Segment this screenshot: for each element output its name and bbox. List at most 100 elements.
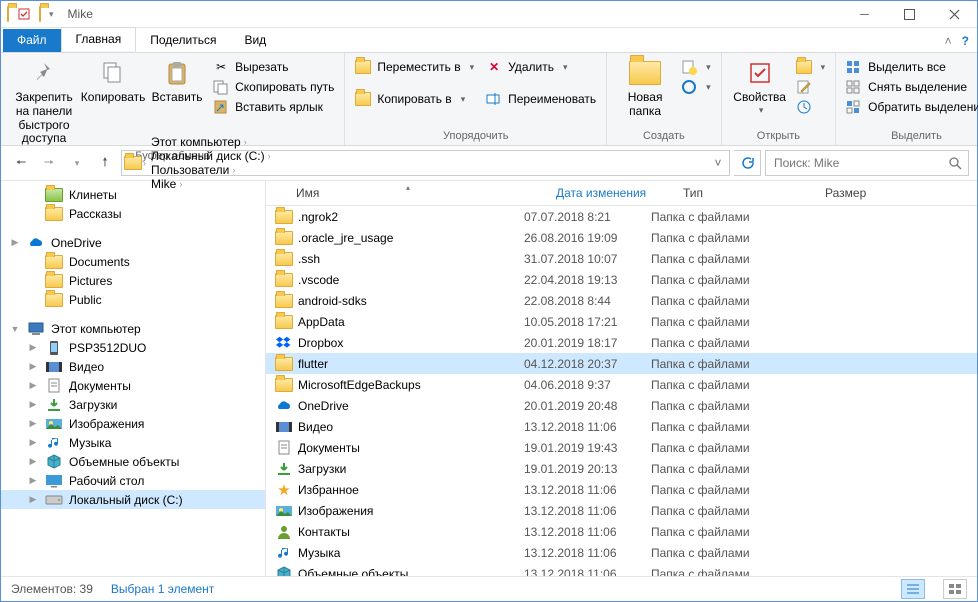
- chevron-right-icon[interactable]: ›: [244, 137, 247, 147]
- refresh-button[interactable]: [734, 150, 761, 176]
- expand-icon[interactable]: ▶: [27, 494, 39, 505]
- help-icon[interactable]: ?: [962, 34, 969, 48]
- tree-item[interactable]: Public: [1, 290, 265, 309]
- file-row[interactable]: AppData10.05.2018 17:21Папка с файлами: [266, 311, 977, 332]
- history-button[interactable]: [794, 97, 828, 117]
- tab-share[interactable]: Поделиться: [136, 29, 230, 52]
- qat-newfolder-icon[interactable]: [39, 7, 41, 21]
- expand-icon[interactable]: ▶: [27, 456, 39, 467]
- expand-icon[interactable]: ▶: [27, 361, 39, 372]
- edit-button[interactable]: [794, 77, 828, 97]
- select-all-button[interactable]: Выделить все: [844, 57, 978, 77]
- file-row[interactable]: .ssh31.07.2018 10:07Папка с файлами: [266, 248, 977, 269]
- col-type[interactable]: Тип: [677, 186, 819, 200]
- forward-button[interactable]: 🠖: [37, 151, 61, 175]
- tab-view[interactable]: Вид: [230, 29, 280, 52]
- back-button[interactable]: 🠔: [9, 151, 33, 175]
- col-size[interactable]: Размер: [819, 186, 911, 200]
- file-row[interactable]: MicrosoftEdgeBackups04.06.2018 9:37Папка…: [266, 374, 977, 395]
- up-button[interactable]: 🠕: [93, 151, 117, 175]
- tree-item[interactable]: ▶Видео: [1, 357, 265, 376]
- tab-file[interactable]: Файл: [3, 29, 61, 52]
- paste-shortcut-button[interactable]: Вставить ярлык: [211, 97, 336, 117]
- expand-icon[interactable]: ▼: [9, 324, 21, 334]
- file-row[interactable]: Объемные объекты13.12.2018 11:06Папка с …: [266, 563, 977, 576]
- tree-item[interactable]: ▶OneDrive: [1, 233, 265, 252]
- tree-item[interactable]: Клинеты: [1, 185, 265, 204]
- expand-icon[interactable]: ▶: [27, 380, 39, 391]
- file-row[interactable]: OneDrive20.01.2019 20:48Папка с файлами: [266, 395, 977, 416]
- tree-item[interactable]: Pictures: [1, 271, 265, 290]
- breadcrumb[interactable]: › Этот компьютер ›Локальный диск (C:) ›П…: [121, 150, 730, 176]
- recent-button[interactable]: ▾: [65, 151, 89, 175]
- chevron-right-icon[interactable]: ›: [232, 165, 235, 175]
- file-rows[interactable]: .ngrok207.07.2018 8:21Папка с файлами.or…: [266, 206, 977, 576]
- cut-button[interactable]: ✂Вырезать: [211, 57, 336, 77]
- file-row[interactable]: Видео13.12.2018 11:06Папка с файлами: [266, 416, 977, 437]
- rename-button[interactable]: Переименовать: [484, 89, 598, 109]
- search-icon[interactable]: [948, 156, 962, 170]
- expand-icon[interactable]: ▶: [9, 237, 21, 248]
- search-input[interactable]: [765, 150, 969, 176]
- move-to-button[interactable]: Переместить в▾: [353, 57, 476, 77]
- tree-item[interactable]: ▶Загрузки: [1, 395, 265, 414]
- paste-button[interactable]: Вставить: [145, 55, 209, 107]
- tree-item[interactable]: ▶Объемные объекты: [1, 452, 265, 471]
- file-row[interactable]: ★Избранное13.12.2018 11:06Папка с файлам…: [266, 479, 977, 500]
- tree-item[interactable]: ▶Локальный диск (C:): [1, 490, 265, 509]
- maximize-button[interactable]: [887, 1, 932, 27]
- pin-quickaccess-button[interactable]: Закрепить на панели быстрого доступа: [7, 55, 81, 148]
- tree-item[interactable]: Рассказы: [1, 204, 265, 223]
- expand-icon[interactable]: ▶: [27, 342, 39, 353]
- crumb[interactable]: Пользователи ›: [147, 163, 275, 177]
- file-row[interactable]: Загрузки19.01.2019 20:13Папка с файлами: [266, 458, 977, 479]
- tab-home[interactable]: Главная: [61, 27, 137, 52]
- file-row[interactable]: .ngrok207.07.2018 8:21Папка с файлами: [266, 206, 977, 227]
- file-row[interactable]: flutter04.12.2018 20:37Папка с файлами: [266, 353, 977, 374]
- col-name[interactable]: Имя: [266, 186, 550, 200]
- properties-button[interactable]: Свойства▾: [728, 55, 792, 117]
- crumb[interactable]: Этот компьютер ›: [147, 135, 275, 149]
- view-icons-button[interactable]: [943, 579, 967, 599]
- tree-item[interactable]: ▼Этот компьютер: [1, 319, 265, 338]
- file-row[interactable]: .oracle_jre_usage26.08.2016 19:09Папка с…: [266, 227, 977, 248]
- open-button[interactable]: ▾: [794, 57, 828, 77]
- address-dropdown-icon[interactable]: ˅: [709, 156, 727, 170]
- tree-item[interactable]: Documents: [1, 252, 265, 271]
- column-headers[interactable]: Имя Дата изменения Тип Размер: [266, 181, 977, 206]
- expand-icon[interactable]: ▶: [27, 399, 39, 410]
- new-item-button[interactable]: ▾: [679, 57, 713, 77]
- copy-path-button[interactable]: Скопировать путь: [211, 77, 336, 97]
- qat-dropdown-icon[interactable]: ▾: [49, 9, 54, 20]
- tree-item[interactable]: ▶PSP3512DUO: [1, 338, 265, 357]
- chevron-right-icon[interactable]: ›: [143, 158, 146, 168]
- select-none-button[interactable]: Снять выделение: [844, 77, 978, 97]
- tree-item[interactable]: ▶Рабочий стол: [1, 471, 265, 490]
- copy-button[interactable]: Копировать: [81, 55, 145, 107]
- invert-selection-button[interactable]: Обратить выделение: [844, 97, 978, 117]
- tree-item[interactable]: ▶Музыка: [1, 433, 265, 452]
- chevron-up-icon[interactable]: ˄: [945, 34, 952, 48]
- qat-props-icon[interactable]: [17, 7, 31, 21]
- file-row[interactable]: Документы19.01.2019 19:43Папка с файлами: [266, 437, 977, 458]
- close-button[interactable]: [932, 1, 977, 27]
- delete-button[interactable]: ✕Удалить▾: [484, 57, 598, 77]
- file-row[interactable]: Контакты13.12.2018 11:06Папка с файлами: [266, 521, 977, 542]
- expand-icon[interactable]: ▶: [27, 475, 39, 486]
- view-details-button[interactable]: [901, 579, 925, 599]
- file-row[interactable]: android-sdks22.08.2018 8:44Папка с файла…: [266, 290, 977, 311]
- crumb[interactable]: Локальный диск (C:) ›: [147, 149, 275, 163]
- file-row[interactable]: Музыка13.12.2018 11:06Папка с файлами: [266, 542, 977, 563]
- file-row[interactable]: Изображения13.12.2018 11:06Папка с файла…: [266, 500, 977, 521]
- expand-icon[interactable]: ▶: [27, 418, 39, 429]
- file-row[interactable]: .vscode22.04.2018 19:13Папка с файлами: [266, 269, 977, 290]
- tree-item[interactable]: ▶Документы: [1, 376, 265, 395]
- nav-tree[interactable]: КлинетыРассказы ▶OneDriveDocumentsPicture…: [1, 181, 266, 576]
- minimize-button[interactable]: ─: [842, 1, 887, 27]
- copy-to-button[interactable]: Копировать в▾: [353, 89, 476, 109]
- expand-icon[interactable]: ▶: [27, 437, 39, 448]
- easy-access-button[interactable]: ▾: [679, 77, 713, 97]
- file-row[interactable]: Dropbox20.01.2019 18:17Папка с файлами: [266, 332, 977, 353]
- chevron-right-icon[interactable]: ›: [268, 151, 271, 161]
- tree-item[interactable]: ▶Изображения: [1, 414, 265, 433]
